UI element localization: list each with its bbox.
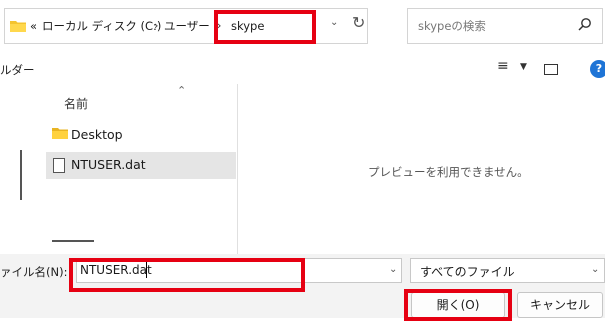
list-item-label: NTUSER.dat (71, 157, 146, 172)
search-icon[interactable] (578, 17, 592, 31)
breadcrumb-overflow[interactable]: « (30, 18, 37, 34)
highlight-box-filename (69, 258, 305, 292)
refresh-icon[interactable]: ↻ (352, 13, 365, 32)
breadcrumb-separator[interactable]: › (154, 18, 158, 34)
chevron-down-icon[interactable]: ⌄ (389, 264, 397, 275)
preview-pane-icon[interactable] (544, 64, 558, 75)
new-folder-button[interactable]: ルダー (0, 62, 35, 78)
chevron-down-icon[interactable]: ▼ (520, 62, 527, 72)
chevron-down-icon[interactable]: ⌄ (591, 264, 599, 275)
cancel-button[interactable]: キャンセル (517, 292, 603, 318)
column-header-name[interactable]: 名前 (64, 95, 88, 112)
view-menu-icon[interactable]: ≡ (497, 58, 509, 74)
sort-indicator-icon[interactable]: ⌃ (177, 84, 186, 97)
folder-icon (10, 21, 26, 32)
chevron-down-icon[interactable]: ⌄ (330, 17, 338, 28)
file-icon (53, 158, 65, 173)
horizontal-scrollbar[interactable] (52, 240, 94, 242)
folder-icon (52, 128, 68, 139)
help-icon[interactable]: ? (590, 60, 605, 78)
nav-scrollbar[interactable] (20, 150, 22, 200)
file-type-value[interactable]: すべてのファイル (420, 263, 515, 280)
filename-label: ァイル名(N): (0, 265, 68, 279)
highlight-box-path (214, 10, 316, 44)
highlight-box-open (404, 289, 512, 321)
preview-message: プレビューを利用できません。 (368, 165, 529, 179)
breadcrumb-users[interactable]: ユーザー (164, 18, 210, 34)
list-item-label: Desktop (71, 127, 123, 142)
search-placeholder: skypeの検索 (418, 19, 486, 33)
breadcrumb-local-disk[interactable]: ローカル ディスク (C:) (42, 18, 161, 34)
pane-divider[interactable] (237, 84, 238, 254)
navigation-pane[interactable] (0, 84, 36, 254)
